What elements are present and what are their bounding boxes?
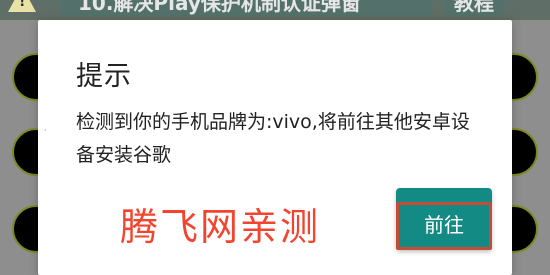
dialog-title: 提示 [76,61,132,92]
warning-icon [8,0,36,12]
alert-dialog: 提示 检测到你的手机品牌为:vivo,将前往其他安卓设备安装谷歌 · 腾飞网亲测… [38,20,512,275]
dialog-message: 检测到你的手机品牌为:vivo,将前往其他安卓设备安装谷歌 [76,111,470,166]
background-title-button[interactable]: 10.解决Play保护机制认证弹窗 [60,0,432,16]
dialog-left-marker: · [44,126,47,135]
tutorial-button[interactable]: 教程 [444,0,504,16]
go-button[interactable]: 前往 [396,188,492,250]
go-button-label: 前往 [424,213,464,237]
watermark-label: 腾飞网亲测 [120,205,321,249]
